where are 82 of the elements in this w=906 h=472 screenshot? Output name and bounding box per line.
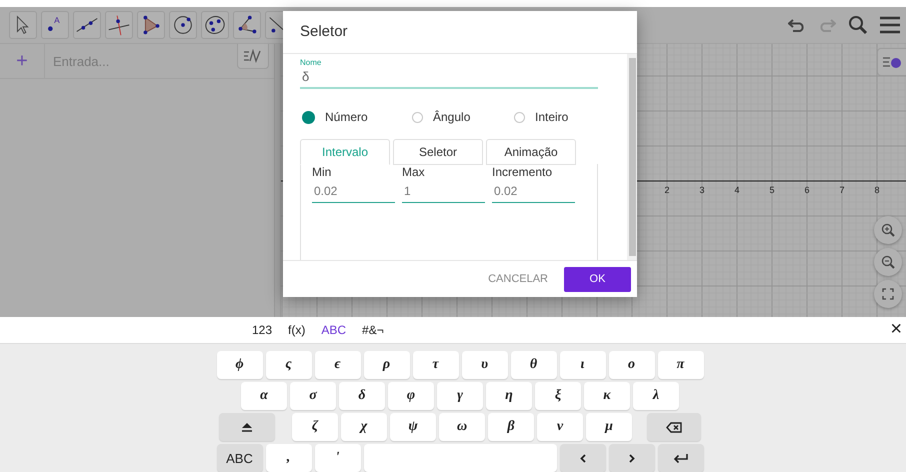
- tool-button[interactable]: [73, 11, 101, 39]
- key[interactable]: τ: [412, 351, 458, 379]
- key[interactable]: ψ: [390, 413, 436, 441]
- key[interactable]: γ: [437, 382, 483, 410]
- key[interactable]: κ: [584, 382, 630, 410]
- shift-icon: [241, 422, 253, 432]
- view-toggle-button[interactable]: [237, 44, 270, 69]
- radio-option[interactable]: Ângulo: [412, 110, 514, 124]
- chevron-right-icon: [628, 454, 634, 462]
- radio-option[interactable]: Inteiro: [514, 110, 568, 124]
- axis-label: 7: [840, 185, 844, 195]
- tool-button[interactable]: A: [41, 11, 69, 39]
- key[interactable]: ϕ: [216, 351, 262, 379]
- key[interactable]: ': [314, 444, 360, 472]
- fullscreen-icon: [881, 287, 895, 301]
- key[interactable]: β: [488, 413, 534, 441]
- zoom-out-icon: [881, 255, 895, 269]
- search-icon[interactable]: [848, 15, 868, 35]
- scrollbar[interactable]: [627, 54, 637, 260]
- key[interactable]: ο: [608, 351, 654, 379]
- style-bar-button[interactable]: [877, 48, 906, 76]
- key[interactable]: ϵ: [314, 351, 360, 379]
- shift-key[interactable]: [219, 413, 275, 441]
- axis-label: 5: [770, 185, 774, 195]
- key[interactable]: ν: [537, 413, 583, 441]
- field-label: Max: [402, 165, 426, 179]
- keyboard-tab[interactable]: f(x): [280, 317, 314, 343]
- chevron-left-icon: [580, 454, 586, 462]
- key[interactable]: α: [241, 382, 287, 410]
- menu-icon[interactable]: [880, 16, 900, 34]
- key[interactable]: ω: [439, 413, 485, 441]
- key[interactable]: ξ: [535, 382, 581, 410]
- key[interactable]: σ: [290, 382, 336, 410]
- cancel-button[interactable]: CANCELAR: [484, 269, 552, 289]
- tool-button[interactable]: [233, 11, 261, 39]
- key[interactable]: δ: [339, 382, 385, 410]
- keyboard-tab[interactable]: ABC: [313, 317, 354, 343]
- ok-button[interactable]: OK: [564, 266, 631, 292]
- key[interactable]: θ: [510, 351, 556, 379]
- key[interactable]: ς: [266, 351, 312, 379]
- algebra-graph-icon: [243, 49, 264, 63]
- tool-button[interactable]: [169, 11, 197, 39]
- tool-button[interactable]: [105, 11, 133, 39]
- backspace-icon: [666, 422, 682, 432]
- radio-option[interactable]: Número: [302, 110, 412, 124]
- axis-label: 8: [874, 185, 880, 195]
- axis-label: 3: [700, 185, 704, 195]
- field-label: Nome: [300, 58, 322, 67]
- radio-button[interactable]: [412, 112, 423, 122]
- tab[interactable]: Animação: [486, 139, 576, 165]
- style-bar-icon: [882, 55, 902, 69]
- undo-icon[interactable]: [788, 18, 806, 32]
- tool-button[interactable]: [137, 11, 165, 39]
- keyboard-tab[interactable]: 123: [244, 317, 280, 343]
- key[interactable]: π: [658, 351, 704, 379]
- key[interactable]: ρ: [364, 351, 410, 379]
- enter-key[interactable]: [658, 444, 704, 472]
- axis-label: 4: [734, 185, 740, 195]
- key[interactable]: ι: [560, 351, 606, 379]
- field-label: Min: [312, 165, 332, 179]
- axis-label: 6: [804, 185, 810, 195]
- key[interactable]: η: [486, 382, 532, 410]
- abc-key[interactable]: ABC: [216, 444, 262, 472]
- key[interactable]: μ: [586, 413, 632, 441]
- key[interactable]: ζ: [292, 413, 338, 441]
- axis-label: 2: [664, 185, 670, 195]
- backspace-key[interactable]: [647, 413, 701, 441]
- key[interactable]: χ: [341, 413, 387, 441]
- field-label: Incremento: [492, 165, 554, 179]
- zoom-in-icon: [881, 223, 895, 237]
- radio-button[interactable]: [514, 112, 525, 122]
- key[interactable]: ,: [266, 444, 312, 472]
- dialog-title: Seletor: [283, 11, 637, 54]
- tool-button[interactable]: [201, 11, 229, 39]
- close-button[interactable]: ×: [888, 319, 904, 339]
- tab[interactable]: Seletor: [393, 139, 483, 165]
- key[interactable]: υ: [462, 351, 508, 379]
- enter-icon: [672, 452, 688, 464]
- key[interactable]: λ: [633, 382, 679, 410]
- radio-button[interactable]: [302, 110, 315, 124]
- key[interactable]: φ: [388, 382, 434, 410]
- keyboard-tab[interactable]: #&¬: [354, 317, 392, 343]
